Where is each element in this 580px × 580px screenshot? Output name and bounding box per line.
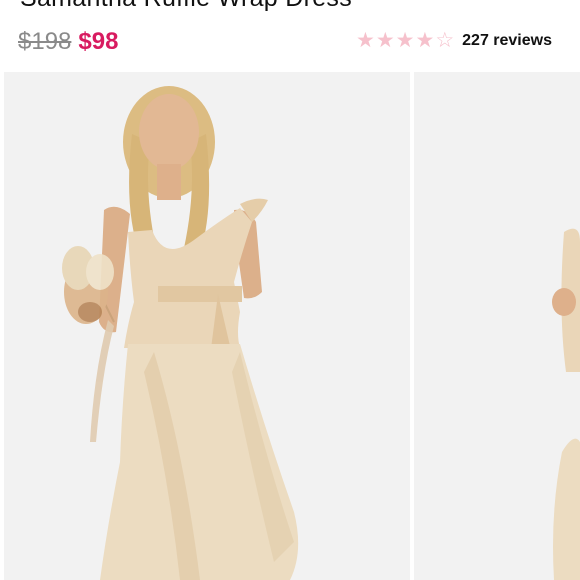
star-full-icon: ★ xyxy=(395,29,415,52)
star-full-icon: ★ xyxy=(415,29,435,52)
star-empty-icon: ☆ xyxy=(435,29,455,52)
reviews-link[interactable]: 227 reviews xyxy=(462,32,552,50)
rating-summary[interactable]: ★ ★ ★ ★ ☆ 227 reviews xyxy=(356,30,552,51)
rating-stars: ★ ★ ★ ★ ☆ xyxy=(356,30,454,51)
original-price: $198 xyxy=(18,28,72,55)
star-full-icon: ★ xyxy=(375,29,395,52)
model-photo-partial xyxy=(414,72,580,580)
sale-price: $98 xyxy=(78,28,119,55)
product-gallery[interactable] xyxy=(0,72,580,580)
star-full-icon: ★ xyxy=(356,29,375,52)
model-photo xyxy=(4,72,410,580)
product-image-next[interactable] xyxy=(414,72,580,580)
product-image-main[interactable] xyxy=(4,72,410,580)
product-title: Samantha Ruffle Wrap Dress xyxy=(20,0,352,13)
price-row: $198 $98 xyxy=(18,28,118,56)
